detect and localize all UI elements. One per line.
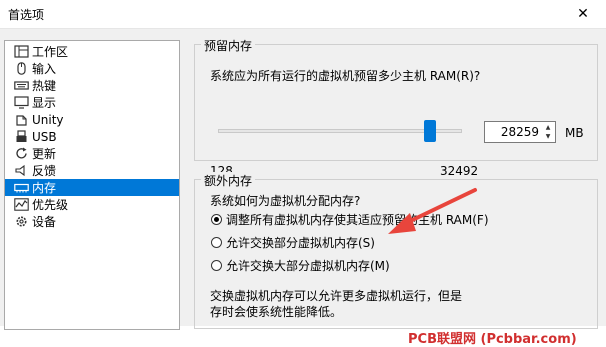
sidebar-item-label: 工作区: [32, 45, 69, 59]
title-bar: 首选项 ✕: [0, 0, 606, 29]
sidebar-item-4[interactable]: Unity: [5, 111, 179, 128]
reserved-memory-title: 预留内存: [201, 37, 256, 54]
priority-icon: [13, 198, 29, 212]
refresh-icon: [13, 147, 29, 161]
radio-option-swap-some[interactable]: 允许交换部分虚拟机内存(S): [211, 234, 375, 251]
sidebar-item-label: 内存: [32, 181, 57, 195]
reserved-memory-question: 系统应为所有运行的虚拟机预留多少主机 RAM(R)?: [210, 69, 481, 83]
sidebar-item-label: Unity: [32, 112, 64, 127]
sidebar-item-label: 热键: [32, 79, 57, 93]
mouse-icon: [13, 62, 29, 76]
watermark: PCB联盟网 (Pcbbar.com): [408, 332, 577, 347]
sidebar-item-9[interactable]: 优先级: [5, 196, 179, 213]
sidebar-item-label: 优先级: [32, 198, 69, 212]
spin-down-icon[interactable]: ▼: [546, 133, 551, 140]
radio-option-swap-most[interactable]: 允许交换大部分虚拟机内存(M): [211, 257, 390, 274]
sidebar-item-label: 反馈: [32, 164, 57, 178]
reserved-memory-group: 预留内存: [194, 37, 598, 161]
extra-memory-note-line1: 交换虚拟机内存可以允许更多虚拟机运行，但是: [210, 289, 463, 303]
radio-button-fit[interactable]: [211, 214, 222, 225]
reserved-memory-value: 28259: [500, 125, 539, 139]
slider-max-label: 32492: [440, 164, 479, 178]
reserved-memory-spinner[interactable]: ▲ ▼: [543, 124, 553, 140]
reserved-memory-input[interactable]: 28259 ▲ ▼: [484, 121, 556, 143]
annotation-arrow: [388, 188, 477, 234]
sidebar-item-8[interactable]: 内存: [5, 179, 179, 196]
extra-memory-note-line2: 存时会使系统性能降低。: [210, 305, 343, 319]
spin-up-icon[interactable]: ▲: [546, 124, 551, 131]
gear-icon: [13, 215, 29, 229]
sidebar-item-1[interactable]: 输入: [5, 60, 179, 77]
usb-icon: [13, 130, 29, 144]
memory-icon: [13, 181, 29, 195]
close-button[interactable]: ✕: [560, 0, 606, 28]
category-list[interactable]: 工作区输入热键显示 Unity USB 更新反馈内存优先级设备: [4, 40, 180, 330]
sidebar-item-2[interactable]: 热键: [5, 77, 179, 94]
reserved-memory-slider-thumb[interactable]: [424, 120, 436, 142]
sidebar-item-0[interactable]: 工作区: [5, 43, 179, 60]
radio-button-swap-most[interactable]: [211, 260, 222, 271]
extra-memory-question: 系统如何为虚拟机分配内存?: [210, 194, 361, 208]
sidebar-item-label: USB: [32, 129, 57, 144]
monitor-icon: [13, 96, 29, 110]
sidebar-item-3[interactable]: 显示: [5, 94, 179, 111]
sidebar-item-6[interactable]: 更新: [5, 145, 179, 162]
sidebar-item-label: 显示: [32, 96, 57, 110]
sidebar-item-label: 输入: [32, 62, 57, 76]
workspace-icon: [13, 45, 29, 59]
close-icon: ✕: [577, 6, 589, 22]
unity-icon: [13, 113, 29, 127]
sidebar-item-label: 设备: [32, 215, 57, 229]
sidebar-item-label: 更新: [32, 147, 57, 161]
reserved-memory-unit: MB: [565, 126, 584, 140]
sidebar-item-10[interactable]: 设备: [5, 213, 179, 230]
extra-memory-title: 额外内存: [201, 172, 256, 189]
radio-label-swap-most: 允许交换大部分虚拟机内存(M): [226, 259, 390, 273]
content-area: 工作区输入热键显示 Unity USB 更新反馈内存优先级设备 预留内存 系统应为所有…: [0, 29, 606, 347]
feedback-icon: [13, 164, 29, 178]
keyboard-icon: [13, 79, 29, 93]
radio-button-swap-some[interactable]: [211, 237, 222, 248]
sidebar-item-7[interactable]: 反馈: [5, 162, 179, 179]
sidebar-item-5[interactable]: USB: [5, 128, 179, 145]
window-title: 首选项: [8, 8, 45, 22]
radio-label-swap-some: 允许交换部分虚拟机内存(S): [226, 236, 375, 250]
